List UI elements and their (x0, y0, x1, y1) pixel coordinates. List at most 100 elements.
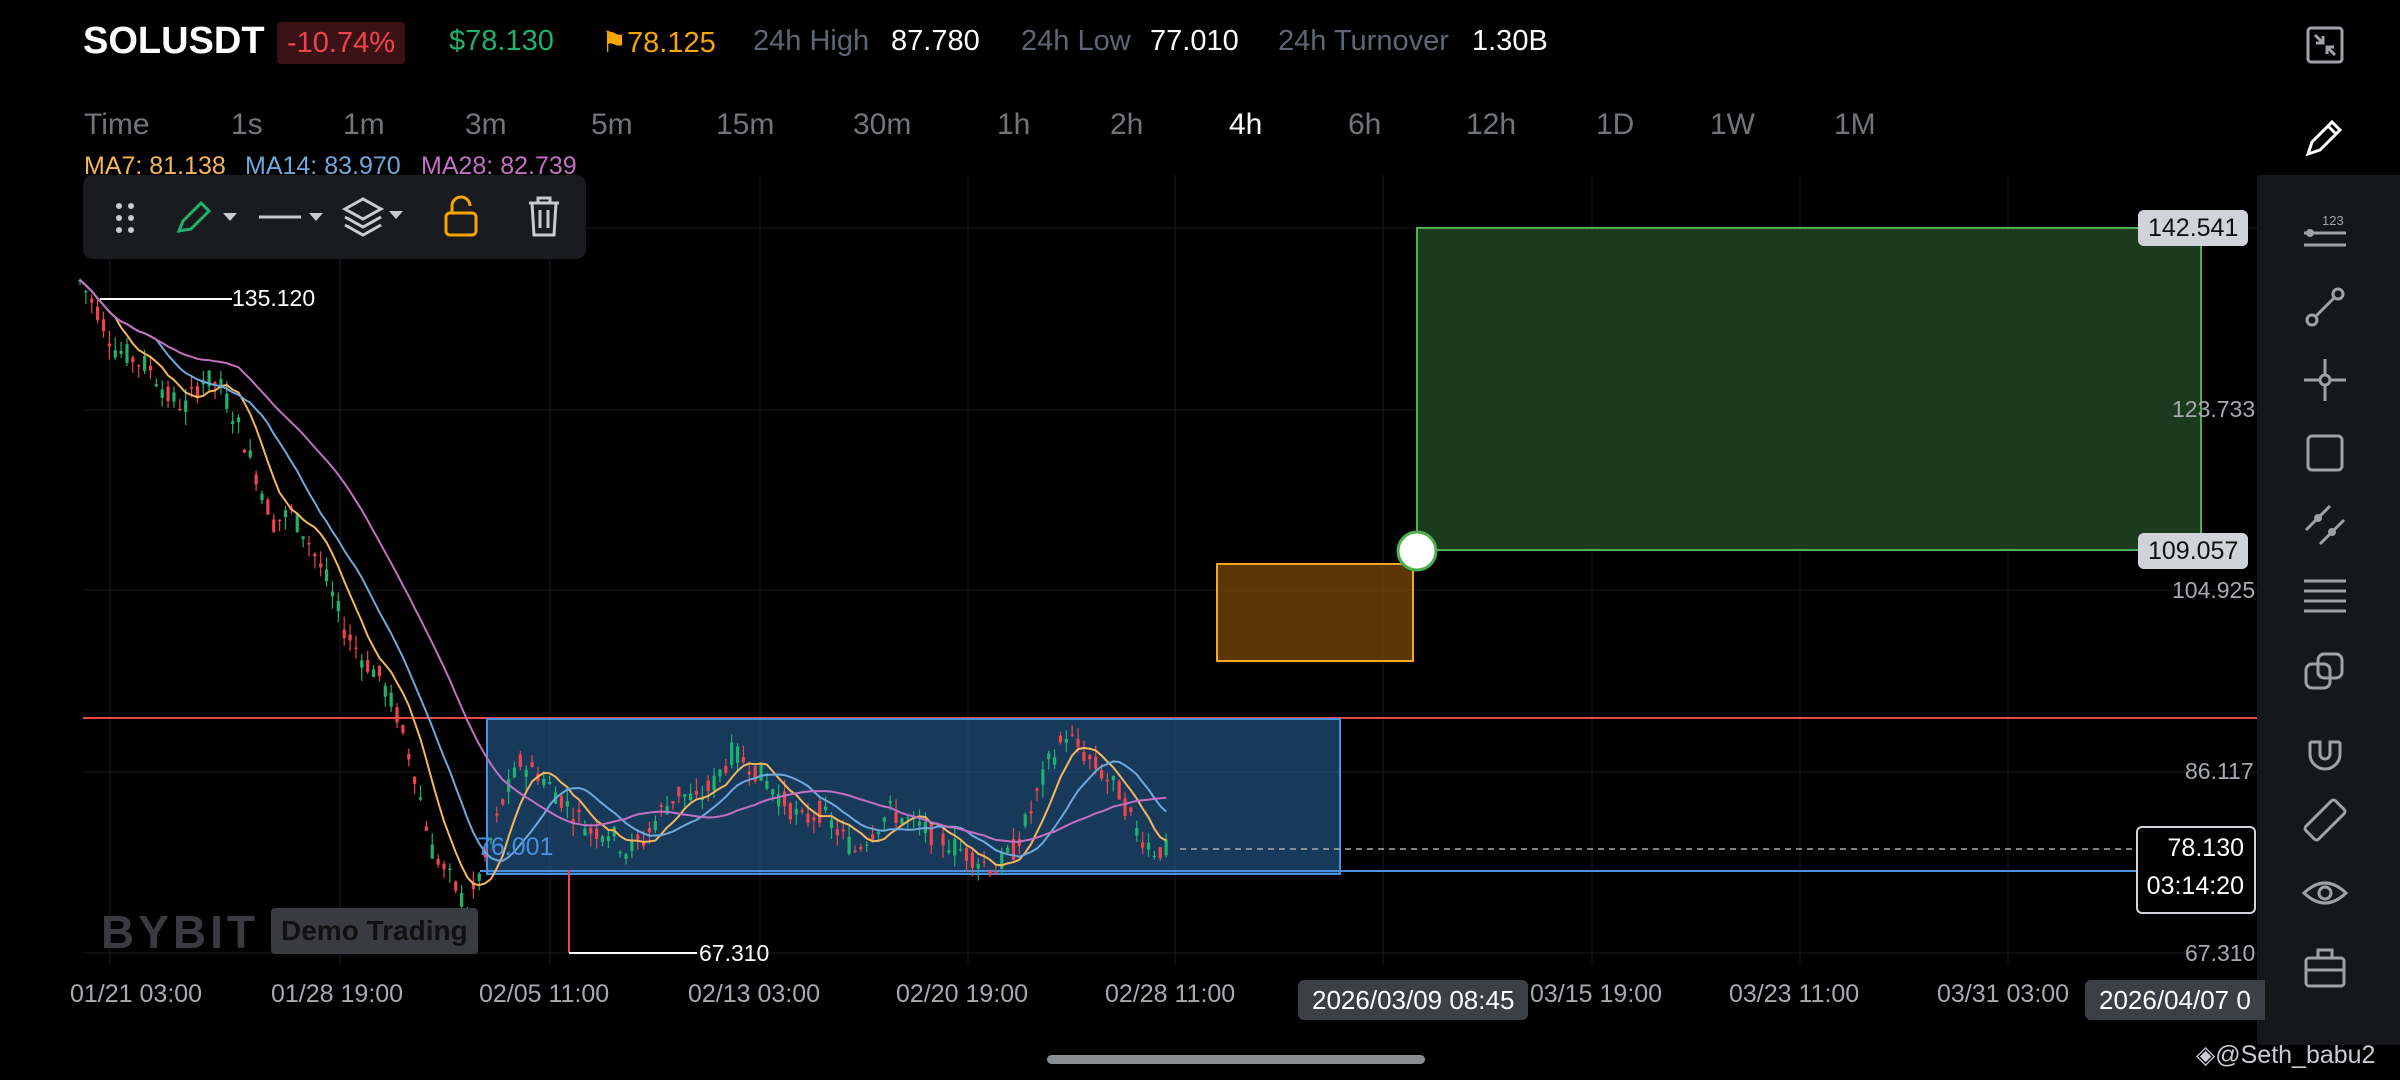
layers-icon[interactable] (341, 195, 411, 239)
target-box (1416, 227, 2202, 551)
candle-body (595, 828, 599, 839)
line-style-icon[interactable] (255, 197, 333, 237)
rectangle-tool-icon[interactable] (2300, 428, 2350, 478)
candle-body (430, 844, 434, 859)
drag-grip-icon[interactable] (113, 201, 139, 235)
x-label-6: 02/28 11:00 (1105, 980, 1236, 1008)
tf-1m[interactable]: 1m (343, 108, 385, 142)
tf-6h[interactable]: 6h (1348, 108, 1381, 142)
tf-1w[interactable]: 1W (1710, 108, 1755, 142)
tf-1d[interactable]: 1D (1596, 108, 1634, 142)
candle-body (888, 800, 892, 804)
candle-body (583, 828, 587, 836)
tf-15m[interactable]: 15m (716, 108, 774, 142)
candle-body (1082, 752, 1086, 761)
candle-body (548, 782, 552, 784)
candle-body (870, 834, 875, 840)
tf-5m[interactable]: 5m (591, 108, 633, 142)
candle-body (1088, 755, 1092, 760)
candle-body (96, 306, 100, 321)
candle-body (982, 861, 986, 863)
candle-body (524, 769, 528, 777)
low-value: 77.010 (1150, 25, 1239, 57)
candle-body (677, 786, 681, 797)
candle-body (460, 892, 464, 907)
candle-body (706, 780, 710, 791)
visibility-eye-icon[interactable] (2300, 868, 2350, 918)
candle-body (1070, 734, 1074, 736)
drawing-mode-icon[interactable] (2300, 112, 2350, 162)
tf-4h[interactable]: 4h (1229, 108, 1262, 142)
candle-body (1029, 811, 1033, 814)
candle-body (283, 510, 288, 518)
candle-body (1023, 814, 1027, 826)
x-label-2: 01/28 19:00 (271, 980, 404, 1008)
last-price: $78.130 (449, 25, 554, 57)
bybit-watermark: BYBIT (101, 906, 259, 958)
candle-body (142, 356, 147, 371)
candle-body (354, 647, 358, 649)
tf-1h[interactable]: 1h (997, 108, 1030, 142)
turnover-value: 1.30B (1472, 25, 1548, 57)
x-label-8: 03/23 11:00 (1729, 980, 1860, 1008)
candle-body (254, 474, 258, 485)
trash-icon[interactable] (526, 195, 562, 239)
tf-12h[interactable]: 12h (1466, 108, 1516, 142)
tf-30m[interactable]: 30m (853, 108, 911, 142)
candle-body (741, 756, 746, 763)
crosshair-tool-icon[interactable] (2300, 355, 2350, 405)
candle-body (724, 766, 728, 773)
candle-body (278, 519, 282, 522)
candle-body (178, 408, 182, 411)
price-chart[interactable] (0, 175, 2257, 965)
candle-body (565, 801, 569, 807)
candle-body (624, 853, 628, 859)
candle-body (348, 634, 352, 641)
candle-body (377, 665, 382, 677)
candle-body (518, 754, 522, 767)
tf-1s[interactable]: 1s (231, 108, 263, 142)
candle-body (477, 873, 481, 881)
candle-body (765, 781, 769, 789)
symbol-name[interactable]: SOLUSDT (83, 20, 265, 63)
candle-body (383, 685, 387, 697)
tf-3m[interactable]: 3m (465, 108, 507, 142)
candle-body (735, 746, 740, 763)
pen-color-icon[interactable] (175, 197, 245, 237)
drag-handle (1396, 530, 1438, 572)
candle-body (401, 725, 405, 733)
candle-body (618, 851, 622, 854)
magnet-tool-icon[interactable] (2300, 722, 2350, 772)
candle-body (947, 850, 951, 853)
diamond-icon: ◈ (2196, 1041, 2216, 1069)
lock-icon[interactable] (443, 195, 479, 239)
candle-body (953, 838, 957, 856)
candle-body (107, 343, 111, 347)
price-line-tool-icon[interactable]: 123 (2300, 207, 2350, 257)
candle-body (1129, 807, 1133, 812)
ruler-tool-icon[interactable] (2300, 795, 2350, 845)
tf-2h[interactable]: 2h (1110, 108, 1143, 142)
trend-line-tool-icon[interactable] (2300, 282, 2350, 332)
toolbox-icon[interactable] (2300, 942, 2350, 992)
pattern-tool-icon[interactable] (2300, 648, 2350, 698)
candle-body (771, 789, 775, 795)
high-label: 24h High (753, 25, 870, 57)
channel-tool-icon[interactable] (2300, 500, 2350, 550)
candle-body (1158, 847, 1162, 859)
demo-trading-badge: Demo Trading (271, 908, 478, 954)
candle-body (1123, 798, 1127, 817)
home-indicator[interactable] (1047, 1055, 1425, 1064)
tf-1m-month[interactable]: 1M (1834, 108, 1876, 142)
candle-body (941, 833, 945, 846)
x-label-4: 02/13 03:00 (688, 980, 821, 1008)
tf-time[interactable]: Time (84, 108, 150, 142)
candle-body (236, 417, 241, 423)
candle-body (636, 834, 640, 840)
low-marker-label: 67.310 (699, 940, 770, 966)
candle-body (964, 847, 969, 862)
exit-fullscreen-icon[interactable] (2305, 25, 2345, 65)
drawing-toolbar (83, 175, 586, 259)
candle-body (1064, 739, 1068, 743)
fib-tool-icon[interactable] (2300, 573, 2350, 623)
